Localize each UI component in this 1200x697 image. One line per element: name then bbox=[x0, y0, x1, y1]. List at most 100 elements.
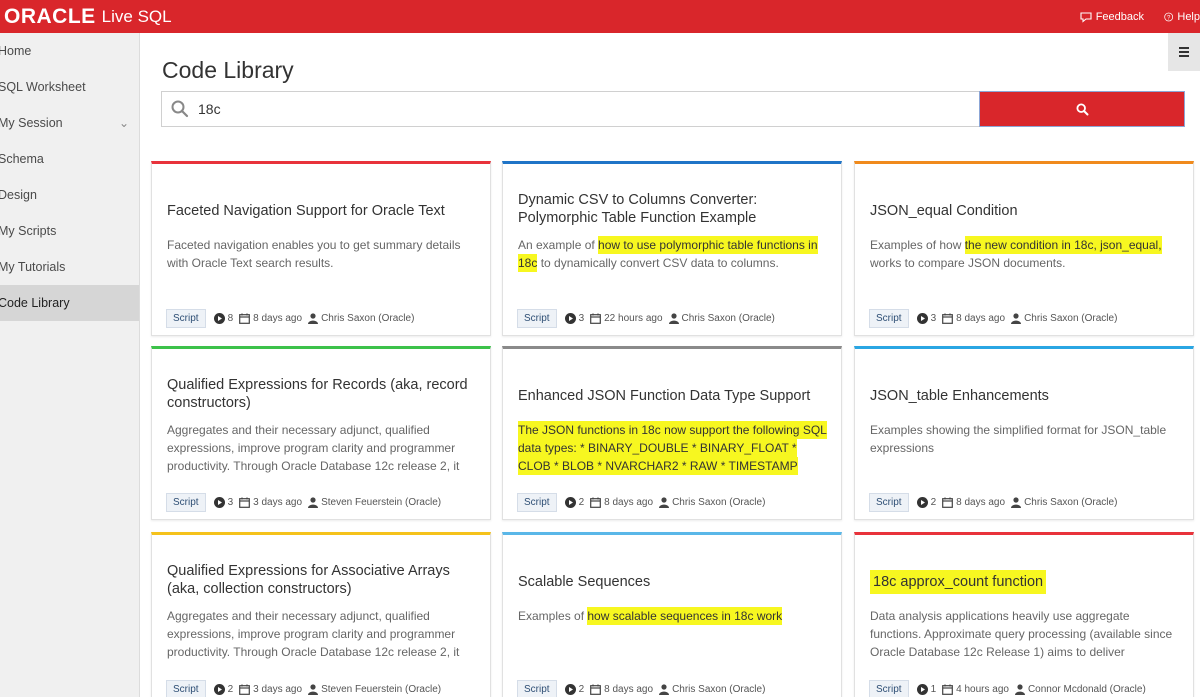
code-library-card[interactable]: Qualified Expressions for Associative Ar… bbox=[151, 532, 491, 697]
updated-time: 3 days ago bbox=[239, 497, 302, 508]
user-icon bbox=[1011, 313, 1022, 324]
feedback-link[interactable]: Feedback bbox=[1080, 11, 1144, 23]
sidebar-item-design[interactable]: Design bbox=[0, 177, 139, 213]
search-button[interactable] bbox=[979, 91, 1185, 127]
card-meta: Script 8 8 days ago Chris Saxon (Oracle) bbox=[166, 309, 420, 328]
description-text: Data analysis applications heavily use a… bbox=[870, 609, 1173, 659]
chat-icon bbox=[1080, 11, 1092, 23]
sidebar-item-code-library[interactable]: Code Library bbox=[0, 285, 139, 321]
help-link[interactable]: ? Help bbox=[1164, 10, 1200, 24]
updated-value: 8 days ago bbox=[956, 313, 1006, 324]
updated-value: 8 days ago bbox=[956, 497, 1006, 508]
menu-button[interactable] bbox=[1168, 33, 1200, 71]
card-description: Examples showing the simplified format f… bbox=[870, 421, 1182, 475]
type-badge[interactable]: Script bbox=[869, 493, 909, 512]
author[interactable]: Chris Saxon (Oracle) bbox=[659, 497, 765, 508]
run-count: 2 bbox=[916, 497, 937, 508]
code-library-card[interactable]: JSON_equal Condition Examples of how the … bbox=[854, 161, 1194, 336]
type-badge[interactable]: Script bbox=[166, 309, 206, 328]
help-label: Help bbox=[1177, 10, 1200, 23]
search-highlight: the new condition in 18c, json_equal, bbox=[964, 236, 1162, 254]
author[interactable]: Chris Saxon (Oracle) bbox=[668, 313, 775, 324]
user-icon bbox=[308, 497, 319, 508]
type-badge[interactable]: Script bbox=[517, 680, 557, 697]
updated-value: 8 days ago bbox=[604, 684, 654, 695]
card-title[interactable]: Enhanced JSON Function Data Type Support bbox=[518, 387, 830, 405]
chevron-down-icon[interactable]: ⌄ bbox=[119, 105, 129, 141]
search-input[interactable] bbox=[198, 94, 978, 124]
code-library-card[interactable]: JSON_table Enhancements Examples showing … bbox=[854, 346, 1194, 520]
updated-value: 4 hours ago bbox=[956, 684, 1009, 695]
calendar-icon bbox=[590, 684, 602, 695]
card-title[interactable]: JSON_table Enhancements bbox=[870, 387, 1182, 405]
code-library-card[interactable]: Scalable Sequences Examples of how scalab… bbox=[502, 532, 842, 697]
code-library-card[interactable]: Faceted Navigation Support for Oracle Te… bbox=[151, 161, 491, 336]
run-count-value: 8 bbox=[227, 313, 234, 324]
updated-value: 22 hours ago bbox=[604, 313, 663, 324]
card-title[interactable]: Faceted Navigation Support for Oracle Te… bbox=[167, 202, 479, 220]
author[interactable]: Connor Mcdonald (Oracle) bbox=[1014, 684, 1146, 695]
sidebar-item-label: Code Library bbox=[0, 296, 70, 310]
author[interactable]: Chris Saxon (Oracle) bbox=[659, 684, 765, 695]
type-badge[interactable]: Script bbox=[869, 680, 909, 697]
type-badge[interactable]: Script bbox=[166, 493, 206, 512]
search-icon bbox=[171, 100, 189, 118]
type-badge[interactable]: Script bbox=[517, 493, 557, 512]
run-count-value: 3 bbox=[227, 497, 234, 508]
sidebar-item-label: Design bbox=[0, 188, 37, 202]
user-icon bbox=[308, 684, 319, 695]
card-title[interactable]: Qualified Expressions for Records (aka, … bbox=[167, 376, 479, 412]
updated-time: 8 days ago bbox=[590, 497, 653, 508]
author-name: Chris Saxon (Oracle) bbox=[321, 313, 415, 324]
user-icon bbox=[1011, 497, 1022, 508]
updated-time: 8 days ago bbox=[239, 313, 302, 324]
author[interactable]: Steven Feuerstein (Oracle) bbox=[308, 684, 441, 695]
calendar-icon bbox=[239, 497, 251, 508]
run-count-value: 2 bbox=[578, 684, 585, 695]
play-icon bbox=[916, 313, 928, 324]
calendar-icon bbox=[942, 497, 954, 508]
card-meta: Script 1 4 hours ago Connor Mcdonald (Oracl… bbox=[869, 680, 1152, 697]
code-library-card[interactable]: Enhanced JSON Function Data Type Support… bbox=[502, 346, 842, 520]
sidebar-item-my-session[interactable]: My Session ⌄ bbox=[0, 105, 139, 141]
feedback-label: Feedback bbox=[1095, 10, 1144, 23]
sidebar-item-my-scripts[interactable]: My Scripts bbox=[0, 213, 139, 249]
card-title[interactable]: Dynamic CSV to Columns Converter: Polymo… bbox=[518, 191, 830, 227]
card-title[interactable]: 18c approx_count function bbox=[870, 570, 1182, 594]
search-highlight: how scalable sequences in 18c work bbox=[587, 607, 783, 625]
description-text: works to compare JSON documents. bbox=[870, 256, 1066, 270]
run-count: 2 bbox=[213, 684, 233, 695]
card-title[interactable]: Scalable Sequences bbox=[518, 573, 830, 591]
updated-value: 8 days ago bbox=[253, 313, 303, 324]
sidebar-item-schema[interactable]: Schema bbox=[0, 141, 139, 177]
hamburger-icon bbox=[1179, 46, 1189, 58]
run-count-value: 2 bbox=[930, 497, 937, 508]
type-badge[interactable]: Script bbox=[166, 680, 206, 697]
author[interactable]: Chris Saxon (Oracle) bbox=[1011, 497, 1117, 508]
sidebar-item-sql-worksheet[interactable]: SQL Worksheet bbox=[0, 69, 139, 105]
description-text: Examples showing the simplified format f… bbox=[870, 423, 1167, 455]
type-badge[interactable]: Script bbox=[869, 309, 909, 328]
card-meta: Script 2 8 days ago Chris Saxon (Oracle) bbox=[869, 493, 1123, 512]
code-library-card[interactable]: 18c approx_count function Data analysis a… bbox=[854, 532, 1194, 697]
type-badge[interactable]: Script bbox=[517, 309, 557, 328]
run-count-value: 3 bbox=[930, 313, 937, 324]
brand[interactable]: ORACLE Live SQL bbox=[0, 5, 172, 29]
code-library-card[interactable]: Qualified Expressions for Records (aka, … bbox=[151, 346, 491, 520]
oracle-logo: ORACLE bbox=[4, 5, 96, 28]
sidebar-item-home[interactable]: Home bbox=[0, 33, 139, 69]
author[interactable]: Chris Saxon (Oracle) bbox=[1011, 313, 1117, 324]
author[interactable]: Chris Saxon (Oracle) bbox=[308, 313, 414, 324]
code-library-card[interactable]: Dynamic CSV to Columns Converter: Polymo… bbox=[502, 161, 842, 336]
card-meta: Script 2 3 days ago Steven Feuerstein (Orac… bbox=[166, 680, 447, 697]
card-title[interactable]: JSON_equal Condition bbox=[870, 202, 1182, 220]
author[interactable]: Steven Feuerstein (Oracle) bbox=[308, 497, 441, 508]
updated-time: 8 days ago bbox=[942, 497, 1005, 508]
sidebar-item-my-tutorials[interactable]: My Tutorials bbox=[0, 249, 139, 285]
run-count: 2 bbox=[564, 497, 584, 508]
card-title[interactable]: Qualified Expressions for Associative Ar… bbox=[167, 562, 479, 598]
page-title: Code Library bbox=[162, 57, 294, 83]
search-icon bbox=[1075, 102, 1088, 115]
card-description: Aggregates and their necessary adjunct, … bbox=[167, 421, 479, 475]
updated-time: 8 days ago bbox=[942, 313, 1005, 324]
